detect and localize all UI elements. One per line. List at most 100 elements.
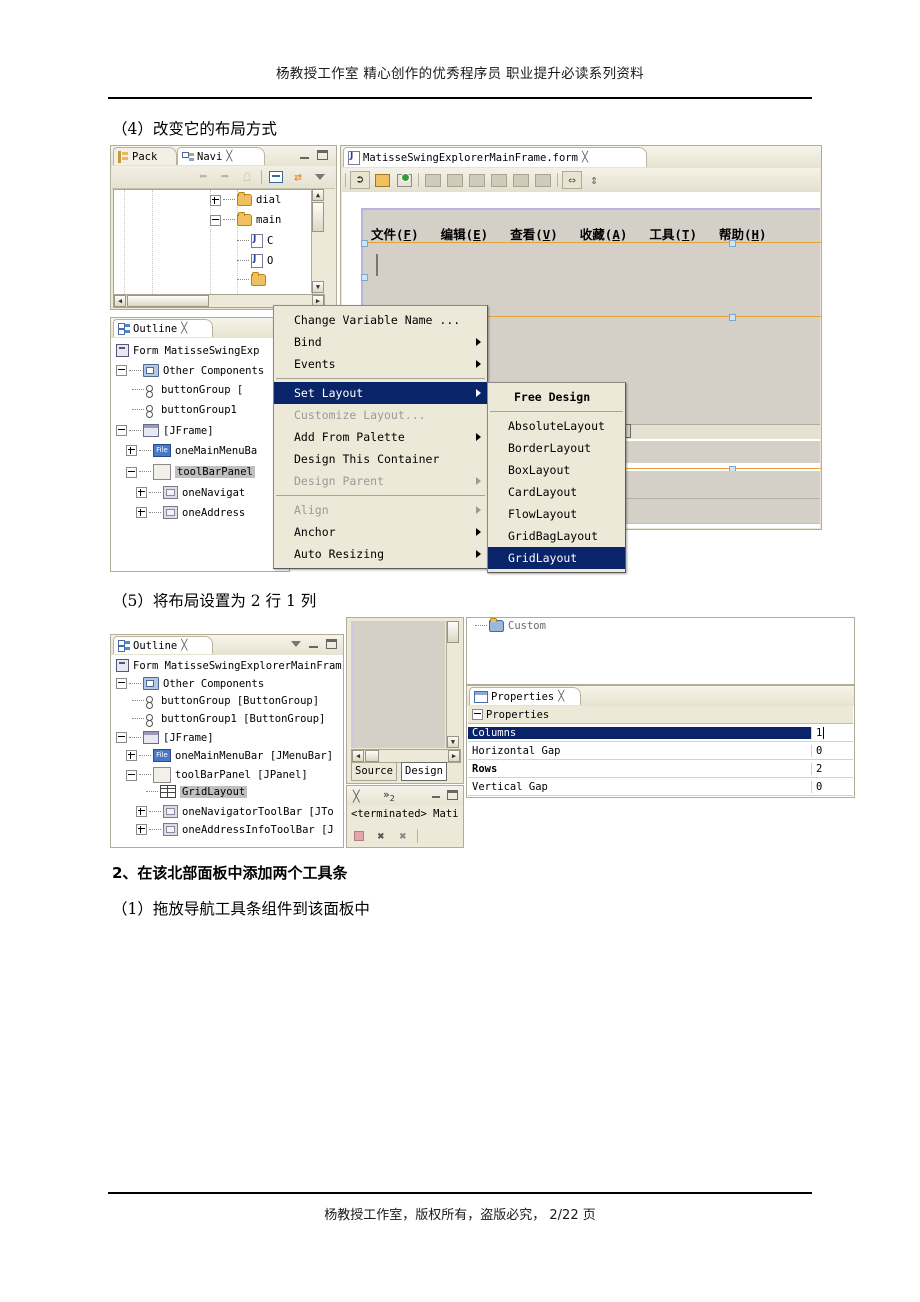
expander-minus-icon[interactable] xyxy=(210,214,221,226)
view-menu-icon[interactable] xyxy=(310,168,330,186)
align-right-icon[interactable] xyxy=(445,171,465,189)
scroll-thumb-h[interactable] xyxy=(365,750,379,762)
tab-outline-1[interactable]: Outline ╳ xyxy=(113,319,213,337)
property-value[interactable]: 2 xyxy=(811,762,853,775)
navigator-vertical-scrollbar[interactable]: ▲ ▼ xyxy=(311,189,326,293)
scroll-up-button[interactable]: ▲ xyxy=(312,189,324,201)
menu-item-auto-resizing[interactable]: Auto Resizing xyxy=(274,543,487,565)
tab-close-icon[interactable]: ╳ xyxy=(582,152,588,163)
resize-handle[interactable] xyxy=(729,240,736,247)
expander-minus-icon[interactable] xyxy=(116,732,127,743)
submenu-item-cardlayout[interactable]: CardLayout xyxy=(488,481,625,503)
scroll-down-button[interactable]: ▼ xyxy=(447,736,459,748)
tree-item-partial[interactable] xyxy=(237,272,266,286)
outline-item-toolbarpanel[interactable]: toolBarPanel xyxy=(126,464,255,480)
connection-mode-icon[interactable] xyxy=(372,171,392,189)
scroll-left-button[interactable]: ◀ xyxy=(352,750,364,762)
menu-view[interactable]: 查看(V) xyxy=(510,224,558,243)
tab-close-icon[interactable]: ╳ xyxy=(181,323,187,334)
menu-item-design-this-container[interactable]: Design This Container xyxy=(274,448,487,470)
expander-minus-icon[interactable] xyxy=(116,425,127,436)
scroll-right-button[interactable]: ▶ xyxy=(448,750,460,762)
tab-close-icon[interactable]: ╳ xyxy=(181,640,187,651)
outline-2-view-menu-icon[interactable] xyxy=(291,641,301,647)
tree-item-main[interactable]: main xyxy=(210,212,281,226)
tab-navigator[interactable]: Navi ╳ xyxy=(177,147,265,165)
outline-item-menubar[interactable]: File oneMainMenuBa xyxy=(126,444,257,457)
outline-2-minimize-button[interactable] xyxy=(308,640,319,649)
expander-plus-icon[interactable] xyxy=(136,507,147,518)
tab-navigator-close-icon[interactable]: ╳ xyxy=(226,151,232,162)
property-value[interactable]: 0 xyxy=(811,744,853,757)
submenu-item-borderlayout[interactable]: BorderLayout xyxy=(488,437,625,459)
tab-matisse-form[interactable]: MatisseSwingExplorerMainFrame.form ╳ xyxy=(343,147,647,167)
scroll-thumb[interactable] xyxy=(447,621,459,643)
back-arrow-icon[interactable]: ⬅ xyxy=(193,168,213,186)
outline-item-button-group1[interactable]: buttonGroup1 xyxy=(132,404,237,418)
menu-item-anchor[interactable]: Anchor xyxy=(274,521,487,543)
outline-item-jframe[interactable]: [JFrame] xyxy=(116,731,214,744)
expander-plus-icon[interactable] xyxy=(136,487,147,498)
expander-plus-icon[interactable] xyxy=(126,445,137,456)
menu-item-events[interactable]: Events xyxy=(274,353,487,375)
navigator-maximize-button[interactable] xyxy=(317,150,328,160)
outline-item-address-toolbar[interactable]: oneAddress xyxy=(136,506,245,519)
tab-outline-2[interactable]: Outline ╳ xyxy=(113,636,213,654)
set-layout-submenu[interactable]: Free Design AbsoluteLayout BorderLayout … xyxy=(487,382,626,573)
tree-item-c[interactable]: C xyxy=(237,234,273,248)
property-value[interactable]: 1 xyxy=(811,726,853,739)
property-row-horizontal-gap[interactable]: Horizontal Gap 0 xyxy=(468,742,853,760)
menu-edit[interactable]: 编辑(E) xyxy=(441,224,489,243)
property-row-columns[interactable]: Columns 1 xyxy=(468,724,853,742)
collapse-all-icon[interactable] xyxy=(266,168,286,186)
outline-tree-1[interactable]: Form MatisseSwingExp Other Components bu… xyxy=(112,338,288,570)
expander-minus-icon[interactable] xyxy=(116,365,127,376)
menu-favorites[interactable]: 收藏(A) xyxy=(580,224,628,243)
align-left-icon[interactable] xyxy=(423,171,443,189)
tab-properties[interactable]: Properties ╳ xyxy=(469,687,581,705)
scroll-thumb[interactable] xyxy=(312,202,324,232)
outline-item-button-group[interactable]: buttonGroup [ButtonGroup] xyxy=(132,695,319,709)
outline-item-other-components[interactable]: Other Components xyxy=(116,677,264,690)
outline-item-other-components[interactable]: Other Components xyxy=(116,364,264,377)
resize-vertical-icon[interactable]: ⇕ xyxy=(584,171,604,189)
outline-item-button-group1[interactable]: buttonGroup1 [ButtonGroup] xyxy=(132,713,325,727)
outline-item-menubar[interactable]: File oneMainMenuBar [JMenuBar] xyxy=(126,749,333,762)
align-center-v-icon[interactable] xyxy=(533,171,553,189)
resize-horizontal-icon[interactable]: ⇔ xyxy=(562,171,582,189)
editor-vertical-scrollbar[interactable]: ▼ xyxy=(446,621,461,748)
properties-table[interactable]: Properties Columns 1 Horizontal Gap 0 Ro… xyxy=(468,706,853,796)
properties-group-header[interactable]: Properties xyxy=(468,706,853,724)
tree-item-dial[interactable]: dial xyxy=(210,192,281,206)
submenu-item-flowlayout[interactable]: FlowLayout xyxy=(488,503,625,525)
palette-item-custom[interactable]: Custom xyxy=(475,618,546,632)
tab-source[interactable]: Source xyxy=(351,762,397,781)
outline-item-toolbarpanel[interactable]: toolBarPanel [JPanel] xyxy=(126,767,308,783)
expander-plus-icon[interactable] xyxy=(136,806,147,817)
menu-item-set-layout[interactable]: Set Layout xyxy=(274,382,487,404)
navigator-minimize-button[interactable] xyxy=(299,151,310,160)
context-menu[interactable]: Change Variable Name ... Bind Events Set… xyxy=(273,305,488,569)
menu-tools[interactable]: 工具(T) xyxy=(649,224,697,243)
scroll-left-button[interactable]: ◀ xyxy=(114,295,126,307)
expander-plus-icon[interactable] xyxy=(136,824,147,835)
outline-tree-2[interactable]: Form MatisseSwingExplorerMainFrame Other… xyxy=(112,655,342,846)
property-row-rows[interactable]: Rows 2 xyxy=(468,760,853,778)
expander-minus-icon[interactable] xyxy=(126,769,137,781)
align-top-icon[interactable] xyxy=(489,171,509,189)
submenu-item-boxlayout[interactable]: BoxLayout xyxy=(488,459,625,481)
outline-item-button-group[interactable]: buttonGroup [ xyxy=(132,384,243,398)
outline-item-gridlayout[interactable]: GridLayout xyxy=(146,785,248,798)
selection-mode-icon[interactable]: ➲ xyxy=(350,171,370,189)
console-overflow-chevron[interactable]: »2 xyxy=(383,788,395,803)
outline-item-navigator-toolbar[interactable]: oneNavigatorToolBar [JTo xyxy=(136,805,334,818)
preview-design-icon[interactable] xyxy=(394,171,414,189)
submenu-item-gridlayout[interactable]: GridLayout xyxy=(488,547,625,569)
tab-design[interactable]: Design xyxy=(401,762,447,781)
expander-minus-icon[interactable] xyxy=(116,678,127,689)
expander-plus-icon[interactable] xyxy=(210,194,221,206)
expander-plus-icon[interactable] xyxy=(126,750,137,761)
navigator-tree[interactable]: dial main C O xyxy=(113,189,313,295)
expander-minus-icon[interactable] xyxy=(472,709,483,720)
outline-2-maximize-button[interactable] xyxy=(326,639,337,649)
